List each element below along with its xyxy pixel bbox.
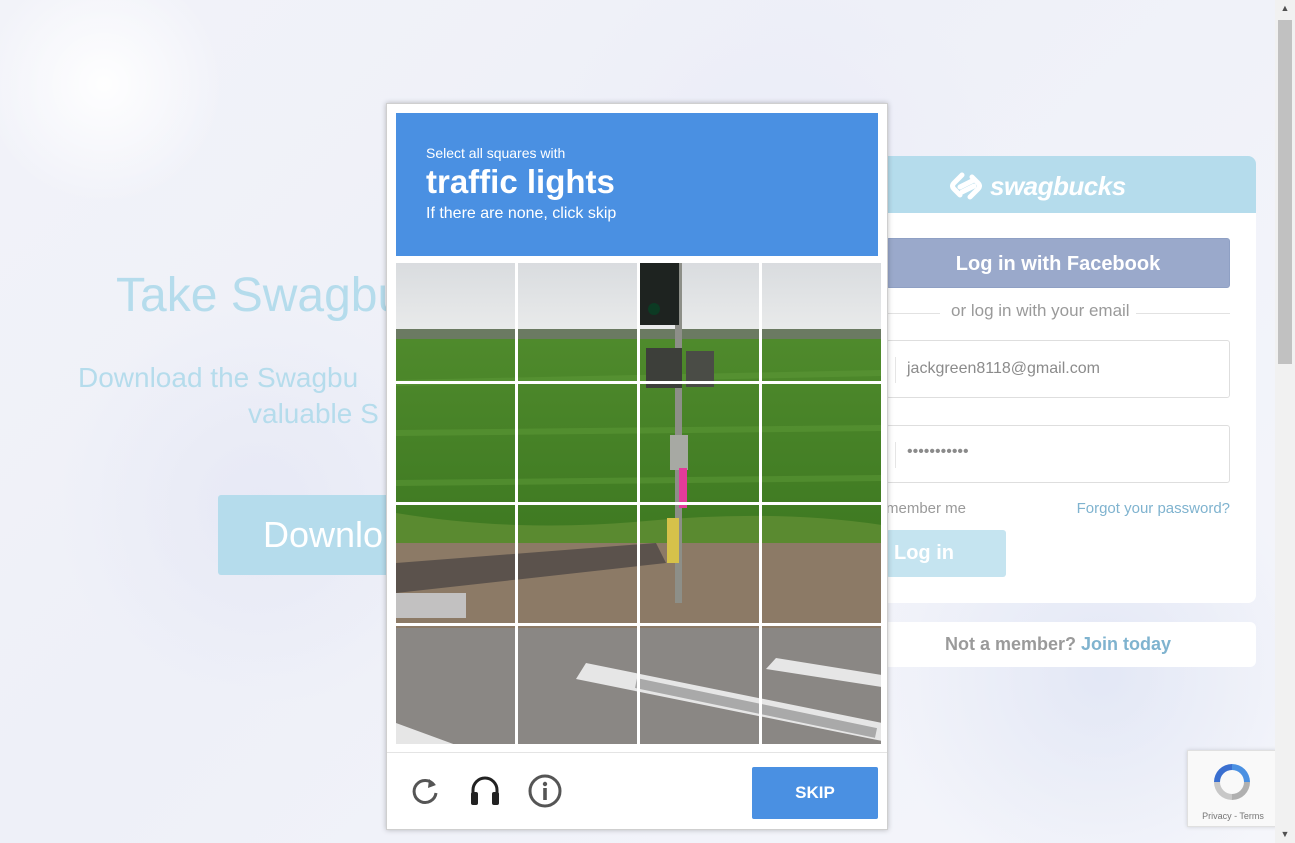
password-value: ••••••••••• <box>907 443 969 460</box>
facebook-login-button[interactable]: Log in with Facebook <box>886 238 1230 288</box>
reload-icon[interactable] <box>407 773 443 809</box>
captcha-tile[interactable] <box>518 263 637 381</box>
join-today-link[interactable]: Join today <box>1081 634 1171 654</box>
scroll-thumb[interactable] <box>1278 20 1292 364</box>
login-button[interactable]: Log in <box>886 530 1006 577</box>
info-icon[interactable] <box>527 773 563 809</box>
field-separator <box>895 357 896 383</box>
captcha-instructions: Select all squares with traffic lights I… <box>396 113 878 256</box>
swagbucks-logo[interactable]: swagbucks <box>948 167 1126 205</box>
password-field[interactable]: ••••••••••• <box>886 425 1230 483</box>
recaptcha-badge[interactable]: Privacy - Terms <box>1187 750 1277 827</box>
or-divider: or log in with your email <box>860 301 1230 325</box>
captcha-tile[interactable] <box>518 384 637 502</box>
captcha-tile[interactable] <box>396 626 515 744</box>
join-box: Not a member? Join today <box>860 622 1256 667</box>
captcha-dialog: Select all squares with traffic lights I… <box>386 103 888 830</box>
divider-line-right <box>1135 313 1230 314</box>
captcha-instruction-small: Select all squares with <box>426 145 566 161</box>
remember-me-checkbox[interactable]: member me <box>886 500 966 517</box>
logo-text: swagbucks <box>990 170 1126 201</box>
or-text: or log in with your email <box>945 301 1136 321</box>
captcha-tile[interactable] <box>518 505 637 623</box>
hero-subtitle-line1: Download the Swagbu <box>78 362 359 393</box>
captcha-tile[interactable] <box>640 384 759 502</box>
captcha-tile[interactable] <box>640 626 759 744</box>
captcha-tile[interactable] <box>518 626 637 744</box>
captcha-footer: SKIP <box>387 752 887 830</box>
swagbucks-logo-icon <box>950 172 982 200</box>
not-member-text: Not a member? <box>944 634 1076 654</box>
captcha-tile[interactable] <box>396 263 515 381</box>
captcha-tile[interactable] <box>762 384 881 502</box>
captcha-tile[interactable] <box>396 505 515 623</box>
field-separator <box>895 442 896 468</box>
recaptcha-logo-icon <box>1214 764 1250 800</box>
captcha-target: traffic lights <box>426 163 615 200</box>
email-value: jackgreen8118@gmail.com <box>907 360 1100 377</box>
scroll-down-arrow-icon[interactable]: ▼ <box>1275 826 1295 843</box>
recaptcha-privacy-terms[interactable]: Privacy - Terms <box>1188 811 1278 821</box>
forgot-password-link[interactable]: Forgot your password? <box>1077 500 1230 517</box>
scroll-up-arrow-icon[interactable]: ▲ <box>1275 0 1295 17</box>
captcha-image-grid <box>396 263 882 745</box>
captcha-tile[interactable] <box>762 263 881 381</box>
login-panel-header: swagbucks <box>860 156 1256 213</box>
captcha-tile[interactable] <box>762 505 881 623</box>
vertical-scrollbar[interactable]: ▲ ▼ <box>1275 0 1295 843</box>
login-panel: Log in with Facebook or log in with your… <box>860 213 1256 603</box>
captcha-hint: If there are none, click skip <box>426 205 617 222</box>
captcha-tile[interactable] <box>640 505 759 623</box>
email-field[interactable]: jackgreen8118@gmail.com <box>886 340 1230 398</box>
divider-line-left <box>886 313 940 314</box>
captcha-tile[interactable] <box>640 263 759 381</box>
captcha-tile[interactable] <box>762 626 881 744</box>
skip-button[interactable]: SKIP <box>752 767 878 819</box>
captcha-tile[interactable] <box>396 384 515 502</box>
hero-title: Take Swagbu <box>116 269 405 322</box>
audio-icon[interactable] <box>467 773 503 809</box>
